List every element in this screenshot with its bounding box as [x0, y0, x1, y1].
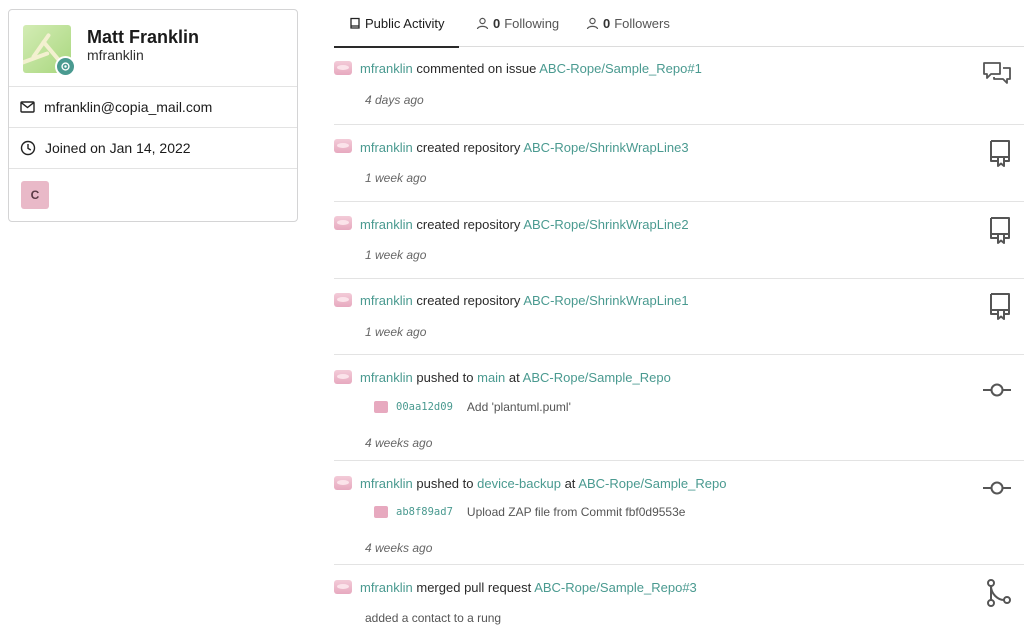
user-avatar[interactable] [334, 370, 352, 384]
activity-line: mfranklin merged pull request ABC-Rope/S… [360, 580, 697, 595]
profile-joined: Joined on Jan 14, 2022 [45, 140, 191, 156]
branch-link[interactable]: device-backup [477, 476, 561, 491]
activity-time: 1 week ago [365, 248, 427, 262]
tab-public-activity[interactable]: Public Activity [334, 0, 460, 48]
user-link[interactable]: mfranklin [360, 580, 413, 595]
commit-avatar [374, 401, 388, 413]
activity-detail: added a contact to a rung [365, 611, 502, 625]
activity-action: created repository [416, 293, 521, 308]
activity-time: 1 week ago [365, 171, 427, 185]
user-link[interactable]: mfranklin [360, 370, 413, 385]
user-link[interactable]: mfranklin [360, 293, 413, 308]
target-link[interactable]: ABC-Rope/Sample_Repo#3 [534, 580, 697, 595]
commit-avatar [374, 506, 388, 518]
activity-action: commented on issue [416, 61, 537, 76]
user-avatar[interactable] [334, 61, 352, 75]
commit-sha-link[interactable]: 00aa12d09 [396, 401, 453, 413]
repo-icon [990, 293, 1010, 320]
activity-action: pushed to [416, 476, 474, 491]
activity-item: mfranklin created repository ABC-Rope/Sh… [334, 125, 1024, 202]
activity-action: merged pull request [416, 580, 532, 595]
tab-public-activity-label: Public Activity [365, 15, 445, 31]
person-icon [586, 17, 599, 30]
target-link[interactable]: ABC-Rope/ShrinkWrapLine1 [523, 293, 688, 308]
followers-label: Followers [614, 16, 670, 31]
activity-line: mfranklin created repository ABC-Rope/Sh… [360, 217, 689, 232]
mail-icon [20, 101, 35, 113]
following-label: Following [504, 16, 560, 31]
profile-username: mfranklin [87, 47, 144, 63]
branch-link[interactable]: main [477, 370, 505, 385]
activity-item: mfranklin created repository ABC-Rope/Sh… [334, 202, 1024, 279]
profile-full-name: Matt Franklin [87, 27, 200, 47]
activity-line: mfranklin created repository ABC-Rope/Sh… [360, 293, 689, 308]
target-link[interactable]: ABC-Rope/Sample_Repo#1 [539, 61, 702, 76]
activity-line: mfranklin pushed to main at ABC-Rope/Sam… [360, 370, 671, 385]
user-link[interactable]: mfranklin [360, 476, 413, 491]
gear-icon [55, 56, 76, 77]
user-link[interactable]: mfranklin [360, 217, 413, 232]
profile-joined-row: Joined on Jan 14, 2022 [9, 128, 297, 169]
user-avatar[interactable] [334, 139, 352, 153]
activity-time: 4 weeks ago [365, 436, 433, 450]
commit-message: Add 'plantuml.puml' [466, 400, 571, 414]
activity-line: mfranklin pushed to device-backup at ABC… [360, 476, 726, 491]
activity-line: mfranklin commented on issue ABC-Rope/Sa… [360, 61, 702, 76]
user-link[interactable]: mfranklin [360, 140, 413, 155]
activity-item: mfranklin merged pull request ABC-Rope/S… [334, 565, 1024, 632]
activity-at: at [508, 370, 520, 385]
profile-email-row: mfranklin@copia_mail.com [9, 87, 297, 128]
followers-count: 0 [603, 16, 611, 31]
commit-row: 00aa12d09 Add 'plantuml.puml' [374, 400, 571, 414]
commit-sha-link[interactable]: ab8f89ad7 [396, 506, 453, 518]
user-avatar[interactable] [334, 580, 352, 594]
activity-action: created repository [416, 140, 521, 155]
profile-tabs: Public Activity 0 Following 0 Followers [334, 0, 1024, 48]
target-link[interactable]: ABC-Rope/ShrinkWrapLine2 [523, 217, 688, 232]
activity-time: 1 week ago [365, 325, 427, 339]
user-link[interactable]: mfranklin [360, 61, 413, 76]
activity-action: created repository [416, 217, 521, 232]
profile-email[interactable]: mfranklin@copia_mail.com [44, 99, 212, 115]
activity-feed: mfranklin commented on issue ABC-Rope/Sa… [334, 47, 1024, 632]
activity-action: pushed to [416, 370, 474, 385]
following-count: 0 [493, 16, 501, 31]
activity-item: mfranklin pushed to device-backup at ABC… [334, 461, 1024, 565]
user-avatar[interactable] [334, 293, 352, 307]
git-commit-icon [983, 383, 1011, 397]
user-avatar[interactable] [334, 216, 352, 230]
person-icon [476, 17, 489, 30]
org-list: C [9, 169, 297, 221]
user-avatar[interactable] [334, 476, 352, 490]
activity-line: mfranklin created repository ABC-Rope/Sh… [360, 140, 689, 155]
activity-time: 4 days ago [365, 93, 424, 107]
comment-discussion-icon [983, 62, 1011, 84]
profile-card: Matt Franklin mfranklin mfranklin@copia_… [8, 9, 298, 222]
repo-icon [350, 17, 360, 29]
tab-followers[interactable]: 0 Followers [586, 0, 670, 47]
repo-icon [990, 140, 1010, 167]
activity-item: mfranklin pushed to main at ABC-Rope/Sam… [334, 355, 1024, 461]
repo-icon [990, 217, 1010, 244]
target-link[interactable]: ABC-Rope/Sample_Repo [578, 476, 726, 491]
profile-header: Matt Franklin mfranklin [9, 10, 297, 87]
target-link[interactable]: ABC-Rope/ShrinkWrapLine3 [523, 140, 688, 155]
clock-icon [20, 140, 36, 156]
commit-row: ab8f89ad7 Upload ZAP file from Commit fb… [374, 505, 685, 519]
activity-at: at [564, 476, 576, 491]
activity-item: mfranklin commented on issue ABC-Rope/Sa… [334, 47, 1024, 125]
activity-item: mfranklin created repository ABC-Rope/Sh… [334, 279, 1024, 355]
target-link[interactable]: ABC-Rope/Sample_Repo [523, 370, 671, 385]
commit-message: Upload ZAP file from Commit fbf0d9553e [466, 505, 686, 519]
git-merge-icon [987, 579, 1011, 607]
tab-following[interactable]: 0 Following [476, 0, 559, 47]
activity-time: 4 weeks ago [365, 541, 433, 555]
org-avatar[interactable]: C [21, 181, 49, 209]
git-commit-icon [983, 481, 1011, 495]
